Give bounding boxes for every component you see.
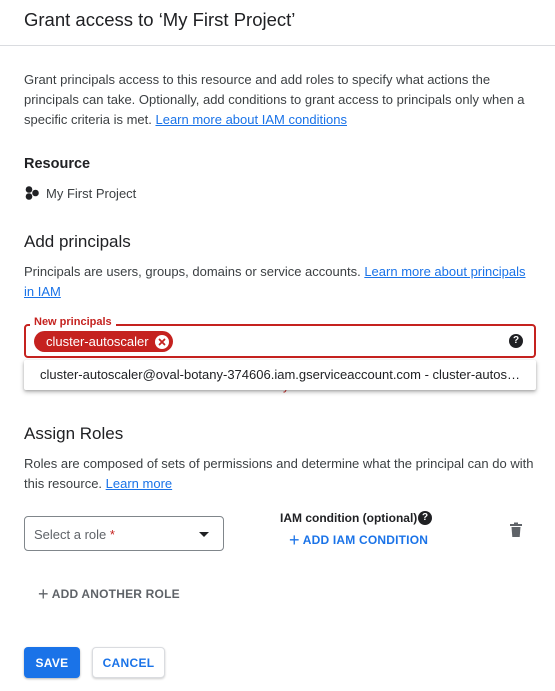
iam-condition-label: IAM condition (optional) [280,511,418,525]
principal-chip: cluster-autoscaler [34,331,173,352]
save-button[interactable]: SAVE [24,647,80,678]
iam-condition-help-icon[interactable]: ? [418,511,432,525]
roles-description: Roles are composed of sets of permission… [24,454,534,494]
principals-description-text: Principals are users, groups, domains or… [24,264,365,279]
required-marker: * [109,527,115,542]
add-iam-condition-button[interactable]: + ADD IAM CONDITION [289,531,428,549]
resource-row: My First Project [24,183,136,203]
suggestion-item[interactable]: cluster-autoscaler@oval-botany-374606.ia… [40,367,520,382]
assign-roles-heading: Assign Roles [24,424,124,443]
dialog-header: Grant access to ‘My First Project’ [0,0,555,46]
plus-icon: + [38,584,49,604]
principal-suggestions: cluster-autoscaler@oval-botany-374606.ia… [24,360,536,390]
add-another-role-label: ADD ANOTHER ROLE [51,587,180,601]
add-principals-heading: Add principals [24,232,131,251]
cancel-button[interactable]: CANCEL [92,647,165,678]
new-principals-label: New principals [30,316,116,328]
project-icon [25,186,39,200]
delete-icon[interactable] [509,522,523,538]
resource-heading: Resource [24,156,91,172]
dropdown-arrow-icon [199,532,209,537]
add-iam-condition-label: ADD IAM CONDITION [302,533,429,547]
principal-chip-label: cluster-autoscaler [46,334,149,349]
role-select[interactable]: Select a role * [24,516,224,551]
plus-icon: + [289,530,300,550]
chip-remove-icon[interactable] [154,334,169,349]
dialog-description: Grant principals access to this resource… [24,70,534,130]
add-another-role-button[interactable]: + ADD ANOTHER ROLE [38,585,180,603]
principals-description: Principals are users, groups, domains or… [24,262,534,302]
dialog-title: Grant access to ‘My First Project’ [24,9,296,30]
iam-conditions-link[interactable]: Learn more about IAM conditions [155,112,347,127]
roles-description-text: Roles are composed of sets of permission… [24,456,534,491]
roles-learn-link[interactable]: Learn more [106,476,172,491]
resource-name: My First Project [46,185,137,201]
help-icon[interactable]: ? [509,334,523,348]
role-select-placeholder: Select a role * [34,527,115,542]
